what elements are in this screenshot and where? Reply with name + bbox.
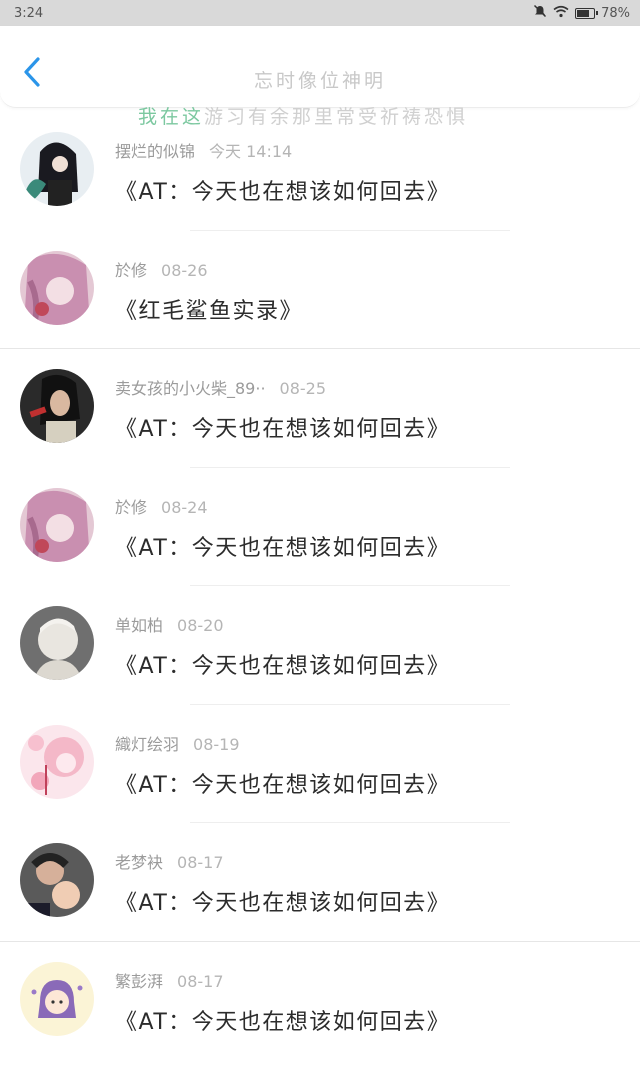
status-icons: 78% [533,4,630,22]
avatar[interactable] [20,369,94,443]
item-title[interactable]: 《AT：今天也在想该如何回去》 [115,885,450,917]
author-name[interactable]: 繁彭湃 [115,972,163,991]
item-meta: 卖女孩的小火柴_89·· 08-25 [115,375,326,399]
overlay-text-highlight: 我在这 [138,106,205,128]
item-meta: 摆烂的似锦 今天 14:14 [115,138,292,162]
item-title[interactable]: 《AT：今天也在想该如何回去》 [115,648,450,680]
item-date: 08-26 [161,260,208,280]
list-item[interactable]: 卖女孩的小火柴_89·· 08-25 《AT：今天也在想该如何回去》 [0,349,640,468]
overlay-text-rest: 游习有余那里常受祈祷恐惧 [204,106,469,128]
list-item[interactable]: 老梦袂 08-17 《AT：今天也在想该如何回去》 [0,823,640,942]
item-meta: 於修 08-26 [115,257,208,281]
author-name[interactable]: 老梦袂 [115,853,163,872]
mute-icon [533,4,547,22]
status-bar: 3:24 78% [0,0,640,26]
item-meta: 織灯绘羽 08-19 [115,731,240,755]
item-meta: 老梦袂 08-17 [115,849,224,873]
avatar[interactable] [20,724,94,799]
list-item[interactable]: 織灯绘羽 08-19 《AT：今天也在想该如何回去》 [0,705,640,823]
item-date: 08-25 [279,379,327,398]
item-date: 08-17 [177,853,224,872]
avatar[interactable] [20,606,94,680]
battery-percent: 78% [601,5,630,21]
avatar[interactable] [20,250,94,325]
list-item[interactable]: 繁彭湃 08-17 《AT：今天也在想该如何回去》 [0,942,640,1061]
status-time: 3:24 [14,5,44,21]
wifi-icon [553,5,569,22]
top-nav-bar: 忘时像位神明 [0,26,640,108]
item-date: 08-20 [177,616,224,635]
author-name[interactable]: 卖女孩的小火柴_89·· [115,379,266,398]
item-date: 今天 14:14 [209,142,293,161]
list-item[interactable]: 於修 08-26 《红毛鲨鱼实录》 [0,231,640,349]
item-meta: 单如柏 08-20 [115,612,224,636]
item-date: 08-17 [177,971,224,991]
list-item[interactable]: 於修 08-24 《AT：今天也在想该如何回去》 [0,468,640,586]
author-name[interactable]: 於修 [115,498,147,517]
avatar[interactable] [20,132,94,206]
notification-list: 摆烂的似锦 今天 14:14 《AT：今天也在想该如何回去》 於修 08-26 《红… [0,112,640,1060]
item-title[interactable]: 《AT：今天也在想该如何回去》 [115,530,450,562]
overlay-text-line1: 忘时像位神明 [253,70,386,92]
author-name[interactable]: 单如柏 [115,616,163,635]
list-item[interactable]: 单如柏 08-20 《AT：今天也在想该如何回去》 [0,586,640,705]
item-meta: 於修 08-24 [115,494,208,518]
item-meta: 繁彭湃 08-17 [115,968,224,992]
list-item[interactable]: 摆烂的似锦 今天 14:14 《AT：今天也在想该如何回去》 [0,112,640,231]
author-name[interactable]: 織灯绘羽 [115,735,179,754]
avatar[interactable] [20,843,94,917]
item-title[interactable]: 《红毛鲨鱼实录》 [115,293,303,325]
avatar[interactable] [20,487,94,562]
author-name[interactable]: 於修 [115,261,147,280]
item-title[interactable]: 《AT：今天也在想该如何回去》 [115,411,450,443]
avatar[interactable] [20,961,94,1036]
author-name[interactable]: 摆烂的似锦 [115,142,195,161]
item-title[interactable]: 《AT：今天也在想该如何回去》 [115,174,450,206]
item-date: 08-19 [193,734,240,754]
overlay-text-line2: 我在这游习有余那里常受祈祷恐惧 [138,102,468,129]
item-title[interactable]: 《AT：今天也在想该如何回去》 [115,1004,450,1036]
battery-icon [575,7,599,19]
item-date: 08-24 [161,497,208,517]
item-title[interactable]: 《AT：今天也在想该如何回去》 [115,767,450,799]
